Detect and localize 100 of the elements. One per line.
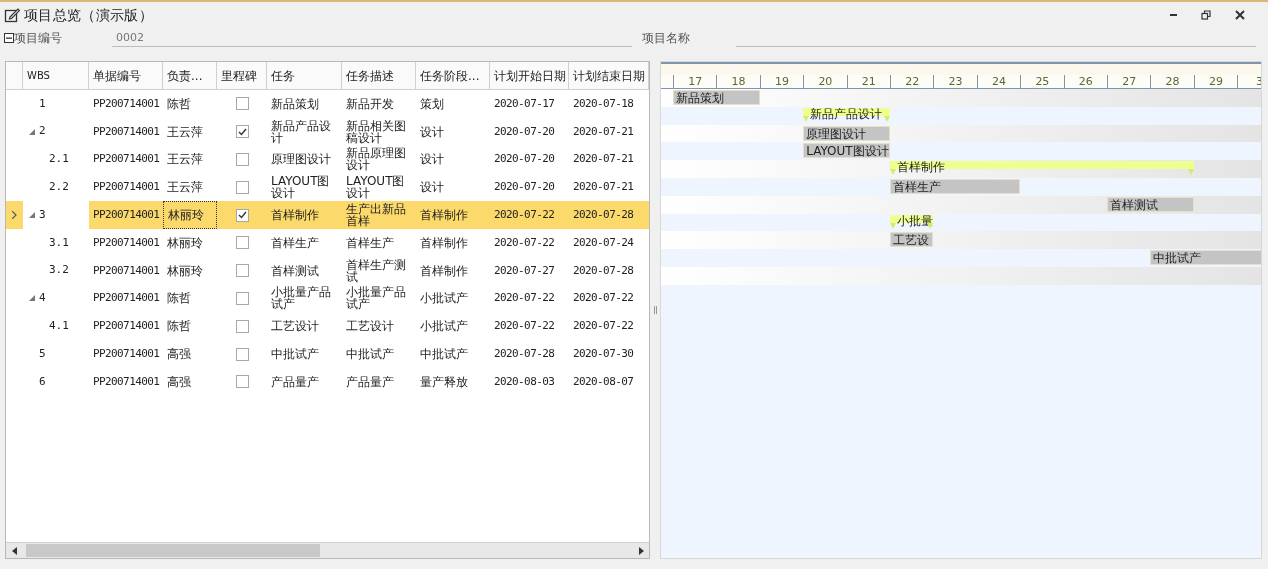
grip-icon bbox=[653, 306, 657, 314]
table-cell: 中批试产 bbox=[420, 348, 468, 361]
column-header[interactable]: 任务描述 bbox=[342, 62, 416, 89]
gantt-bar[interactable]: 首样测试 bbox=[1107, 196, 1194, 212]
table-cell: 2020-07-22 bbox=[494, 236, 555, 249]
collapse-icon[interactable] bbox=[4, 33, 14, 43]
table-cell: 高强 bbox=[167, 375, 191, 388]
table-cell: 设计 bbox=[420, 125, 444, 138]
table-cell-text: 新品原理图设计 bbox=[346, 147, 407, 172]
wbs-cell: 3.2 bbox=[49, 262, 69, 279]
milestone-checkbox[interactable] bbox=[235, 97, 249, 111]
window-title: 项目总览（演示版） bbox=[24, 5, 154, 25]
table-cell: 2020-07-22 bbox=[494, 292, 555, 305]
table-cell: PP200714001 bbox=[93, 97, 160, 110]
table-cell-text: 小批量产品试产 bbox=[271, 286, 332, 311]
table-cell: 2020-07-30 bbox=[573, 348, 634, 361]
table-cell: 2020-07-24 bbox=[573, 236, 634, 249]
expander-icon[interactable] bbox=[29, 295, 35, 302]
milestone-checkbox[interactable] bbox=[235, 125, 249, 139]
table-cell: 工艺设计 bbox=[271, 320, 319, 333]
table-cell: 王云萍 bbox=[167, 181, 203, 194]
table-cell: 2020-08-03 bbox=[494, 375, 555, 388]
table-cell: 首样制作 bbox=[271, 209, 319, 222]
scrollbar-thumb[interactable] bbox=[26, 544, 320, 557]
milestone-checkbox[interactable] bbox=[235, 375, 249, 389]
close-icon bbox=[1235, 10, 1245, 20]
milestone-checkbox[interactable] bbox=[235, 264, 249, 278]
wbs-cell: 2.2 bbox=[49, 179, 69, 196]
wbs-cell: 2 bbox=[39, 123, 46, 140]
wbs-cell-text: 3.1 bbox=[49, 234, 69, 251]
table-cell: 陈哲 bbox=[167, 97, 191, 110]
gantt-bar[interactable]: LAYOUT图设计 bbox=[803, 143, 890, 159]
field-label: 项目编号 bbox=[14, 30, 63, 47]
day-header: 19 bbox=[759, 75, 804, 88]
expander-icon[interactable] bbox=[29, 128, 35, 135]
gantt-bar[interactable]: 中批试产 bbox=[1150, 250, 1261, 266]
table-cell: 新品策划 bbox=[271, 97, 319, 110]
table-cell: 首样测试 bbox=[271, 264, 319, 277]
column-header[interactable]: 单据编号 bbox=[89, 62, 163, 89]
table-cell: 首样生产 bbox=[271, 236, 319, 249]
text-field[interactable]: 0002 bbox=[112, 29, 632, 47]
table-cell: PP200714001 bbox=[93, 320, 160, 333]
table-cell: 中批试产 bbox=[271, 348, 319, 361]
wbs-cell-text: 6 bbox=[39, 373, 46, 390]
table-cell: 2020-07-18 bbox=[573, 97, 634, 110]
left-arrow-icon bbox=[11, 546, 17, 555]
day-header: 17 bbox=[673, 75, 717, 88]
table-cell: 2020-07-20 bbox=[494, 153, 555, 166]
column-header[interactable]: 计划开始日期 bbox=[490, 62, 569, 89]
milestone-checkbox[interactable] bbox=[235, 236, 249, 250]
table-cell: PP200714001 bbox=[93, 181, 160, 194]
gantt-bar[interactable]: 原理图设计 bbox=[803, 125, 890, 141]
table-cell: 工艺设计 bbox=[346, 320, 394, 333]
wbs-cell-text: 4.1 bbox=[49, 318, 69, 334]
table-cell: 产品量产 bbox=[346, 375, 394, 388]
milestone-checkbox[interactable] bbox=[235, 208, 249, 222]
expander-icon[interactable] bbox=[29, 212, 35, 219]
milestone-checkbox[interactable] bbox=[235, 319, 249, 333]
day-header: 26 bbox=[1063, 75, 1107, 88]
gantt-bar[interactable]: 工艺设 bbox=[890, 232, 934, 248]
table-cell: 新品开发 bbox=[346, 97, 394, 110]
table-cell-text: 小批量产品试产 bbox=[346, 286, 407, 311]
column-header[interactable]: 任务阶段... bbox=[416, 62, 490, 89]
field-label: 项目名称 bbox=[642, 30, 691, 47]
milestone-checkbox[interactable] bbox=[235, 180, 249, 194]
table-cell: 高强 bbox=[167, 348, 191, 361]
column-header[interactable]: 里程碑 bbox=[217, 62, 267, 89]
milestone-checkbox[interactable] bbox=[235, 153, 249, 166]
table-cell: 2020-07-20 bbox=[494, 125, 555, 138]
table-cell: 林丽玲 bbox=[167, 236, 203, 249]
day-header: 23 bbox=[933, 75, 977, 88]
gantt-bar[interactable]: 首样生产 bbox=[890, 179, 1021, 194]
table-cell: 设计 bbox=[420, 153, 444, 166]
day-header: 24 bbox=[976, 75, 1021, 88]
column-header[interactable]: WBS bbox=[23, 62, 89, 89]
table-cell: 2020-07-28 bbox=[494, 348, 555, 361]
table-cell: 首样制作 bbox=[420, 209, 468, 222]
table-cell: 2020-08-07 bbox=[573, 375, 634, 388]
table-cell: 王云萍 bbox=[167, 153, 203, 166]
gantt-bar[interactable]: 首样制作 bbox=[890, 161, 1194, 176]
gantt-bar[interactable]: 小批量 bbox=[890, 214, 934, 229]
column-header[interactable]: 任务 bbox=[267, 62, 342, 89]
column-header[interactable]: 负责... bbox=[163, 62, 217, 89]
table-cell: 2020-07-20 bbox=[494, 181, 555, 194]
table-cell: 王云萍 bbox=[167, 125, 203, 138]
gantt-bar[interactable]: 新品产品设计 bbox=[803, 107, 890, 122]
table-cell: 林丽玲 bbox=[167, 264, 203, 277]
table-cell: 首样制作 bbox=[420, 264, 468, 277]
gantt-bar[interactable]: 新品策划 bbox=[673, 90, 760, 105]
day-header: 20 bbox=[803, 75, 847, 88]
table-cell-text: LAYOUT图设计 bbox=[271, 175, 331, 200]
column-header[interactable]: 计划结束日期 bbox=[569, 62, 649, 89]
milestone-checkbox[interactable] bbox=[235, 347, 249, 361]
wbs-cell: 2.1 bbox=[49, 151, 69, 168]
table-cell: 2020-07-22 bbox=[573, 320, 634, 333]
table-cell: 2020-07-28 bbox=[573, 264, 634, 277]
table-cell: PP200714001 bbox=[93, 153, 160, 166]
milestone-checkbox[interactable] bbox=[235, 291, 249, 305]
table-cell-text: LAYOUT图设计 bbox=[346, 175, 406, 200]
table-cell: PP200714001 bbox=[93, 348, 160, 361]
